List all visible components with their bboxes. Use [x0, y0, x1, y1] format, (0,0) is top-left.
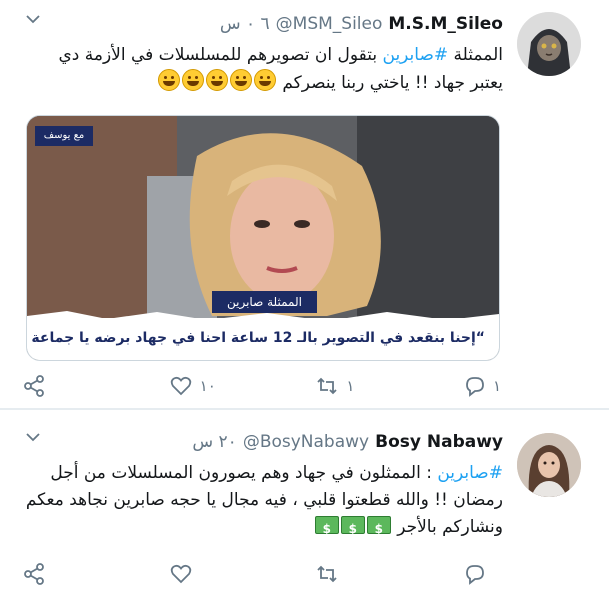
- share-icon: [24, 563, 44, 585]
- tweet-text-after-tag: : الممثلون في جهاد وهم يصورون المسلسلات …: [25, 463, 503, 537]
- chevron-down-icon[interactable]: [26, 430, 40, 444]
- hashtag-link[interactable]: #صابرين: [437, 463, 503, 483]
- money-emoji-icon: [314, 516, 339, 543]
- card-caption: “إحنا بنقعد في التصوير بالـ 12 ساعة احنا…: [27, 330, 485, 346]
- card-caption-area: “إحنا بنقعد في التصوير بالـ 12 ساعة احنا…: [27, 318, 499, 360]
- tweet-header: ٢٠ س @BosyNabawy Bosy Nabawy: [192, 429, 503, 455]
- share-icon: [24, 375, 44, 397]
- retweet-count: ١: [346, 377, 355, 395]
- reply-count: ١: [492, 377, 502, 395]
- like-button[interactable]: [170, 563, 260, 585]
- retweet-icon: [317, 377, 337, 395]
- tweet-1[interactable]: ٦ ٠ س @MSM_Sileo M.S.M_Sileo الممثلة #صا…: [0, 0, 609, 408]
- tweet-handle[interactable]: @BosyNabawy: [243, 432, 369, 452]
- emoji-group: [314, 516, 392, 543]
- laughing-emoji-icon: [253, 69, 276, 91]
- avatar[interactable]: [517, 12, 581, 76]
- reply-icon: [466, 565, 484, 585]
- reply-icon: [466, 377, 484, 397]
- money-emoji-icon: [366, 516, 391, 543]
- tweet-handle[interactable]: @MSM_Sileo: [276, 14, 383, 34]
- tweet-display-name[interactable]: M.S.M_Sileo: [388, 14, 503, 34]
- money-emoji-icon: [340, 516, 365, 543]
- like-count: ١٠: [199, 377, 216, 395]
- tweet-text: #صابرين : الممثلون في جهاد وهم يصورون ال…: [23, 460, 503, 543]
- chevron-down-icon[interactable]: [26, 12, 40, 26]
- heart-icon: [170, 564, 191, 584]
- like-button[interactable]: ١٠: [170, 375, 260, 397]
- retweet-icon: [317, 565, 337, 583]
- emoji-group: [157, 69, 277, 93]
- tweet-header: ٦ ٠ س @MSM_Sileo M.S.M_Sileo: [220, 11, 503, 37]
- tweet-actions: ١٠ ١ ١: [23, 372, 503, 400]
- share-button[interactable]: [23, 563, 113, 585]
- hashtag-link[interactable]: #صابرين: [383, 45, 449, 65]
- reply-button[interactable]: [463, 563, 503, 585]
- tweet-actions: [23, 560, 503, 588]
- tweet-display-name[interactable]: Bosy Nabawy: [375, 432, 503, 452]
- retweet-button[interactable]: ١: [316, 375, 406, 397]
- avatar[interactable]: [517, 433, 581, 497]
- tweet-divider: [0, 408, 609, 410]
- share-button[interactable]: [23, 375, 113, 397]
- retweet-button[interactable]: [316, 563, 406, 585]
- channel-logo: مع يوسف: [35, 126, 93, 146]
- laughing-emoji-icon: [181, 69, 204, 91]
- tweet-text: الممثلة #صابرين بتقول ان تصويرهم للمسلسل…: [23, 42, 503, 97]
- heart-icon: [170, 376, 191, 396]
- laughing-emoji-icon: [205, 69, 228, 91]
- tweet-time: ٦ ٠ س: [219, 14, 270, 34]
- media-card[interactable]: مع يوسف الممثلة صابرين “إحنا بنقعد في ال…: [26, 115, 500, 361]
- reply-button[interactable]: ١: [463, 375, 503, 397]
- tweet-time: ٢٠ س: [192, 432, 237, 452]
- name-badge: الممثلة صابرين: [212, 291, 317, 313]
- laughing-emoji-icon: [229, 69, 252, 91]
- laughing-emoji-icon: [157, 69, 180, 91]
- tweet-text-before-tag: الممثلة: [448, 45, 503, 65]
